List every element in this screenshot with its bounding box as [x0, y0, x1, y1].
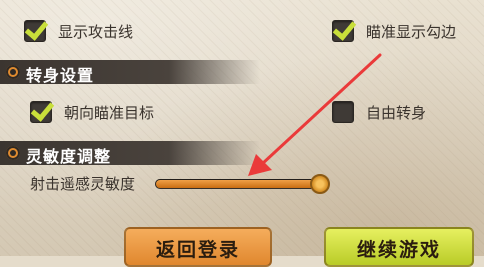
section-bullet-icon [6, 65, 20, 79]
sensitivity-slider-track[interactable] [155, 179, 320, 189]
continue-game-button[interactable]: 继续游戏 [324, 227, 474, 267]
option-label: 朝向瞄准目标 [64, 103, 155, 122]
option-free-turn[interactable]: 自由转身 [332, 99, 426, 125]
option-aim-outline[interactable]: 瞄准显示勾边 [332, 18, 456, 44]
section-header-sensitivity: 灵敏度调整 [0, 141, 260, 166]
back-to-login-button[interactable]: 返回登录 [124, 227, 272, 267]
section-header-turn: 转身设置 [0, 60, 260, 85]
option-label: 显示攻击线 [58, 22, 134, 41]
section-title: 灵敏度调整 [26, 147, 112, 166]
checkbox-free-turn[interactable] [332, 101, 354, 123]
option-face-target[interactable]: 朝向瞄准目标 [30, 99, 154, 125]
section-title: 转身设置 [26, 66, 95, 85]
checkbox-face-target[interactable] [30, 101, 52, 123]
section-bullet-icon [6, 146, 20, 160]
sensitivity-slider-thumb[interactable] [310, 174, 330, 194]
option-label: 瞄准显示勾边 [366, 22, 457, 41]
sensitivity-slider-fill [156, 180, 319, 188]
slider-label: 射击遥感灵敏度 [30, 175, 136, 193]
option-label: 自由转身 [366, 103, 427, 122]
option-show-attack-line[interactable]: 显示攻击线 [24, 18, 133, 44]
checkbox-aim-outline[interactable] [332, 20, 354, 42]
checkbox-show-attack-line[interactable] [24, 20, 46, 42]
